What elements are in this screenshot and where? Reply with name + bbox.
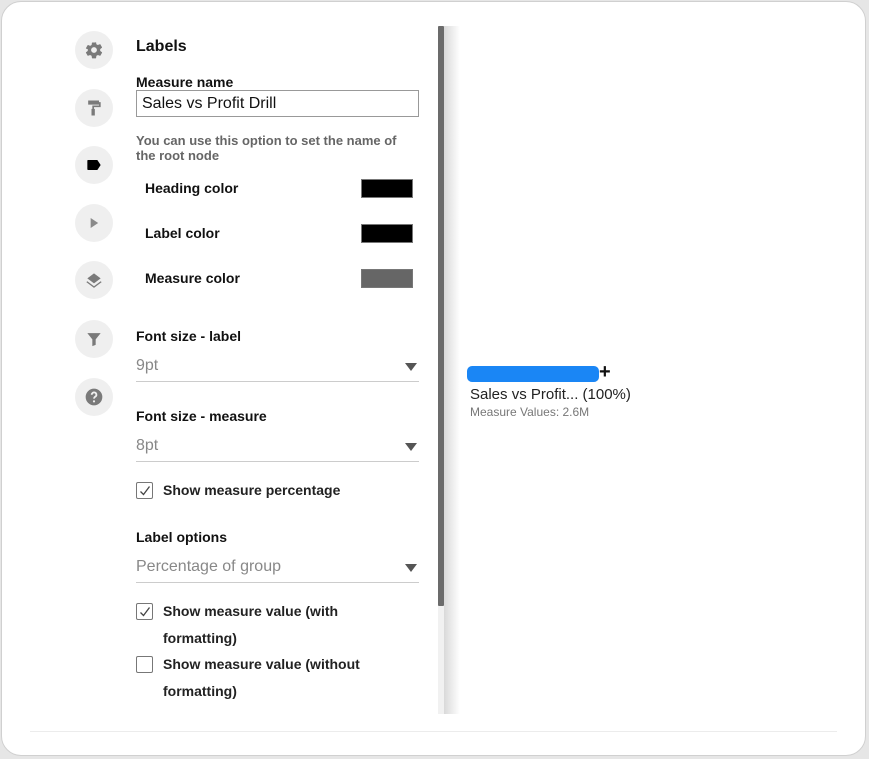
font-size-label-select[interactable]: 9pt (136, 353, 419, 382)
label-color-swatch[interactable] (361, 224, 413, 243)
paint-roller-icon (88, 100, 101, 116)
font-size-measure-select[interactable]: 8pt (136, 433, 419, 462)
root-node-label: Sales vs Profit... (100%) (470, 386, 631, 403)
label-options-heading: Label options (136, 529, 227, 545)
font-size-label-heading: Font size - label (136, 328, 242, 344)
label-color-label: Label color (145, 225, 220, 241)
dropdown-caret-icon (405, 363, 417, 371)
show-value-without-formatting-label: Show measure value (without formatting) (163, 656, 360, 699)
format-tab[interactable] (75, 89, 113, 127)
measure-name-hint: You can use this option to set the name … (136, 133, 397, 163)
filter-tab[interactable] (75, 320, 113, 358)
label-tag-icon (87, 160, 101, 170)
font-size-measure-heading: Font size - measure (136, 408, 267, 424)
labels-panel: Labels Measure name You can use this opt… (136, 26, 426, 714)
measure-color-label: Measure color (145, 270, 240, 286)
dropdown-caret-icon (405, 564, 417, 572)
show-measure-percentage-label: Show measure percentage (163, 482, 341, 498)
label-options-value: Percentage of group (136, 558, 281, 575)
layers-icon (86, 273, 102, 288)
heading-color-label: Heading color (145, 180, 239, 196)
animation-tab[interactable] (75, 204, 113, 242)
show-value-with-formatting-label: Show measure value (with formatting) (163, 603, 339, 646)
divider (30, 731, 837, 732)
heading-color-row: Heading color (145, 179, 415, 200)
label-options-select[interactable]: Percentage of group (136, 554, 419, 583)
checkmark-icon (140, 486, 151, 496)
filter-icon (87, 333, 101, 347)
labels-tab[interactable] (75, 146, 113, 184)
font-size-label-value: 9pt (136, 357, 159, 374)
label-color-row: Label color (145, 224, 415, 245)
show-measure-percentage-checkbox[interactable] (136, 482, 153, 499)
dialog-card (1, 1, 866, 756)
settings-tab[interactable] (75, 31, 113, 69)
panel-shadow (444, 26, 460, 714)
measure-color-row: Measure color (145, 269, 415, 290)
font-size-measure-value: 8pt (136, 437, 159, 454)
show-value-without-formatting-checkbox[interactable] (136, 656, 153, 673)
panel-title: Labels (136, 38, 187, 55)
checkmark-icon (140, 607, 151, 617)
help-tab[interactable] (75, 378, 113, 416)
root-node-measure: Measure Values: 2.6M (470, 405, 590, 419)
dropdown-caret-icon (405, 443, 417, 451)
measure-name-label: Measure name (136, 74, 234, 90)
expand-node-button[interactable]: + (599, 361, 611, 384)
measure-name-input[interactable] (136, 90, 419, 117)
play-icon (90, 218, 99, 228)
root-node-bar[interactable] (467, 366, 599, 382)
layers-tab[interactable] (75, 261, 113, 299)
gear-icon (85, 42, 103, 59)
measure-color-swatch[interactable] (361, 269, 413, 288)
heading-color-swatch[interactable] (361, 179, 413, 198)
help-icon (85, 388, 103, 406)
show-value-with-formatting-checkbox[interactable] (136, 603, 153, 620)
